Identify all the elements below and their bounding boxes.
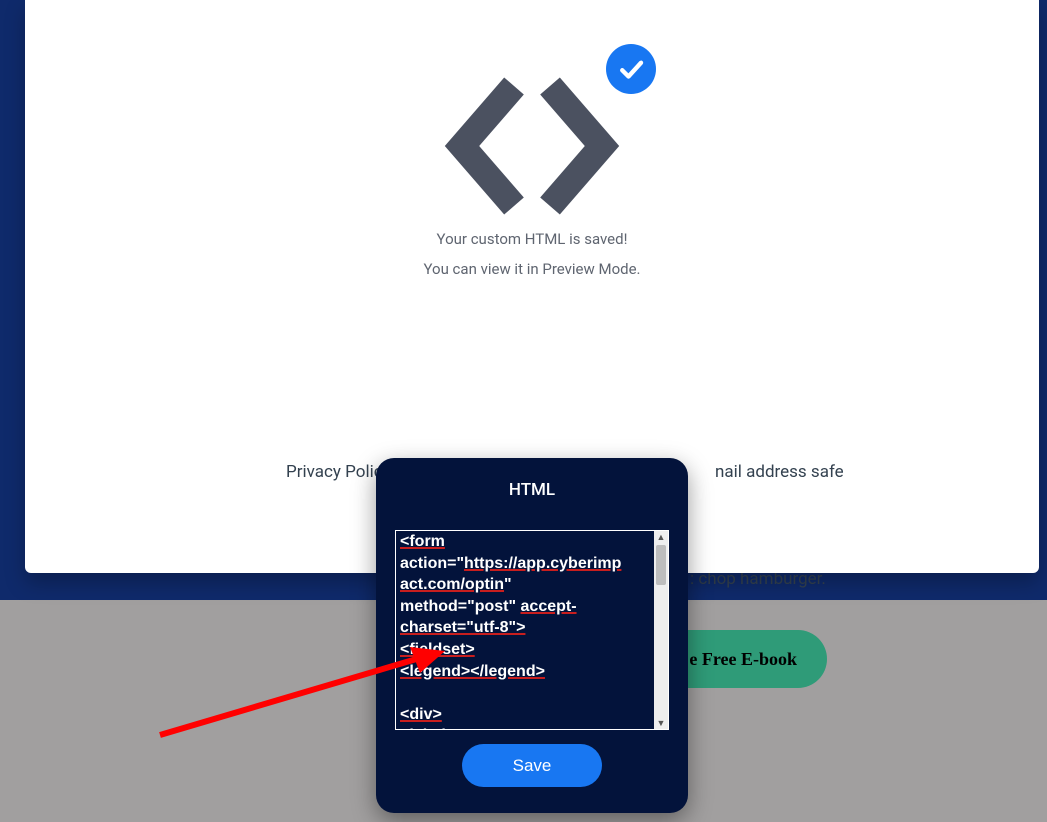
privacy-text-right-fragment: nail address safe — [715, 462, 844, 482]
modal-title: HTML — [376, 480, 688, 500]
code-line-2b: https://app.cyberimp — [464, 555, 621, 572]
scrollbar-thumb[interactable] — [656, 545, 666, 585]
scrollbar-down-icon[interactable]: ▼ — [654, 717, 668, 729]
html-code-textarea[interactable]: <form action="https://app.cyberimp act.c… — [395, 530, 669, 730]
code-line-5: charset="utf-8"> — [400, 619, 525, 636]
code-line-4a: method="post" — [400, 598, 521, 615]
code-line-7: <legend></legend> — [400, 663, 545, 680]
code-line-4b: accept- — [521, 598, 577, 615]
scrollbar-track[interactable]: ▲ ▼ — [654, 531, 668, 729]
html-editor-modal: HTML <form action="https://app.cyberimp … — [376, 458, 688, 813]
code-line-3a: act.com/optin — [400, 576, 504, 593]
code-content[interactable]: <form action="https://app.cyberimp act.c… — [396, 531, 654, 729]
save-button-label: Save — [513, 756, 552, 775]
code-line-1: <form — [400, 533, 445, 550]
check-badge-icon — [606, 44, 656, 94]
save-button[interactable]: Save — [462, 744, 602, 787]
free-ebook-label: e Free E-book — [689, 649, 797, 670]
code-line-6: <fieldset> — [400, 641, 475, 658]
code-line-10: <label — [400, 727, 446, 729]
code-brackets-icon — [432, 46, 632, 216]
saved-message-line1: Your custom HTML is saved! — [25, 230, 1039, 248]
code-line-9: <div> — [400, 706, 442, 723]
scrollbar-up-icon[interactable]: ▲ — [654, 531, 668, 543]
code-line-2a: action=" — [400, 555, 464, 572]
code-line-3b: " — [504, 576, 512, 593]
saved-message-line2: You can view it in Preview Mode. — [25, 260, 1039, 278]
